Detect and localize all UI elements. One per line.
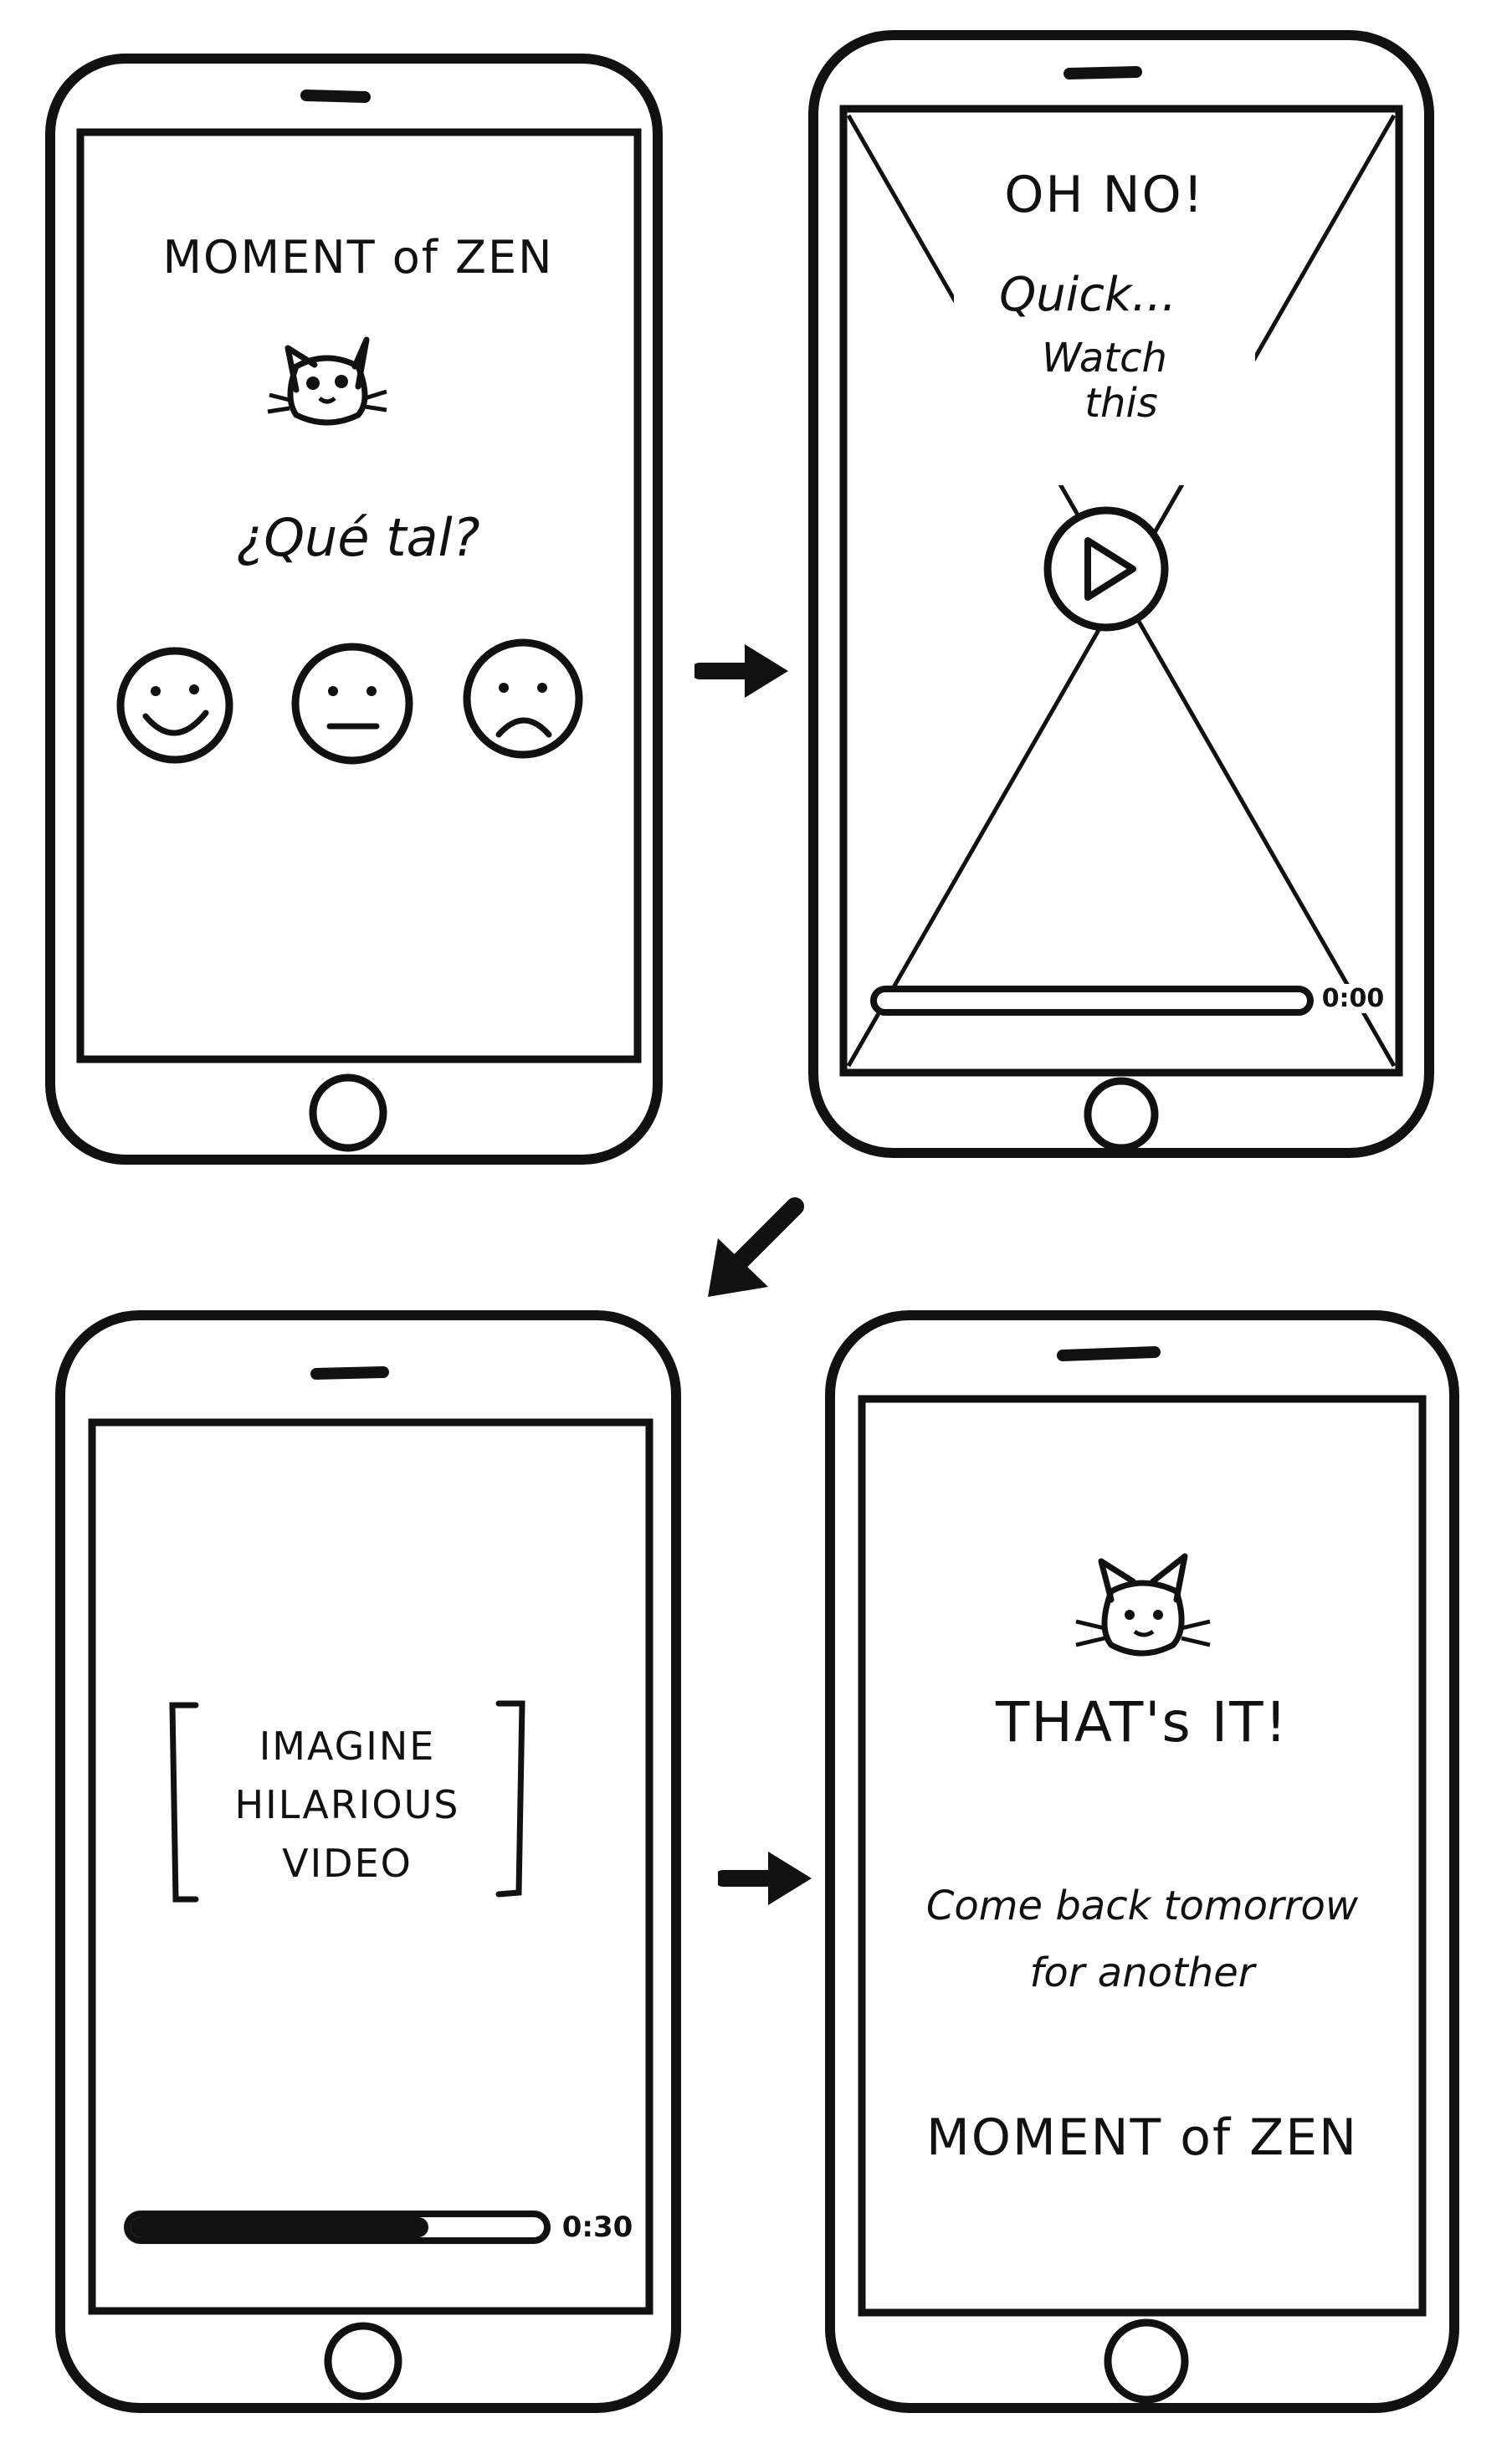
phone-outline bbox=[825, 1310, 1459, 2413]
happy-face-icon[interactable] bbox=[112, 643, 238, 768]
play-icon bbox=[1043, 506, 1169, 632]
arrow-right-icon bbox=[694, 638, 795, 704]
neutral-face-icon[interactable] bbox=[290, 641, 415, 766]
phone-screen-done: THAT's IT! Come back tomorrow for anothe… bbox=[820, 1305, 1464, 2418]
phone-screen-mood-checkin: MOMENT of ZEN ¿Qué tal? bbox=[40, 49, 668, 1170]
video-progress-track[interactable] bbox=[870, 986, 1314, 1016]
phone-screen-video-playing: IMAGINE HILARIOUS VIDEO 0:30 bbox=[50, 1305, 686, 2418]
video-time: 0:00 bbox=[1315, 984, 1391, 1013]
arrow-down-left-icon bbox=[691, 1188, 817, 1314]
prompt-line-1: Quick... bbox=[999, 268, 1176, 322]
arrow-right-icon bbox=[718, 1845, 818, 1912]
app-title: MOMENT of ZEN bbox=[925, 2108, 1359, 2167]
video-caption-line-2: HILARIOUS bbox=[234, 1782, 460, 1827]
mood-question: ¿Qué tal? bbox=[236, 507, 480, 568]
prompt-line-2: Watch bbox=[1042, 335, 1167, 382]
video-progress-fill bbox=[131, 2217, 428, 2237]
done-message-line-2: for another bbox=[1029, 1949, 1255, 1996]
done-message-line-1: Come back tomorrow bbox=[925, 1883, 1359, 1929]
phone-screen-video-prompt: OH NO! Quick... Watch this 0:00 bbox=[803, 25, 1439, 1163]
phone-outline bbox=[45, 54, 663, 1165]
cat-face-icon bbox=[264, 325, 390, 433]
cat-face-icon bbox=[1071, 1548, 1213, 1665]
video-caption-line-3: VIDEO bbox=[282, 1841, 413, 1886]
sad-face-icon[interactable] bbox=[460, 636, 586, 761]
alert-heading: OH NO! bbox=[1004, 166, 1205, 224]
video-caption-line-1: IMAGINE bbox=[259, 1724, 436, 1769]
prompt-line-3: this bbox=[1084, 380, 1158, 427]
play-button[interactable] bbox=[1039, 502, 1173, 636]
app-title: MOMENT of ZEN bbox=[162, 231, 554, 284]
done-heading: THAT's IT! bbox=[995, 1690, 1289, 1755]
video-time: 0:30 bbox=[561, 2211, 633, 2244]
